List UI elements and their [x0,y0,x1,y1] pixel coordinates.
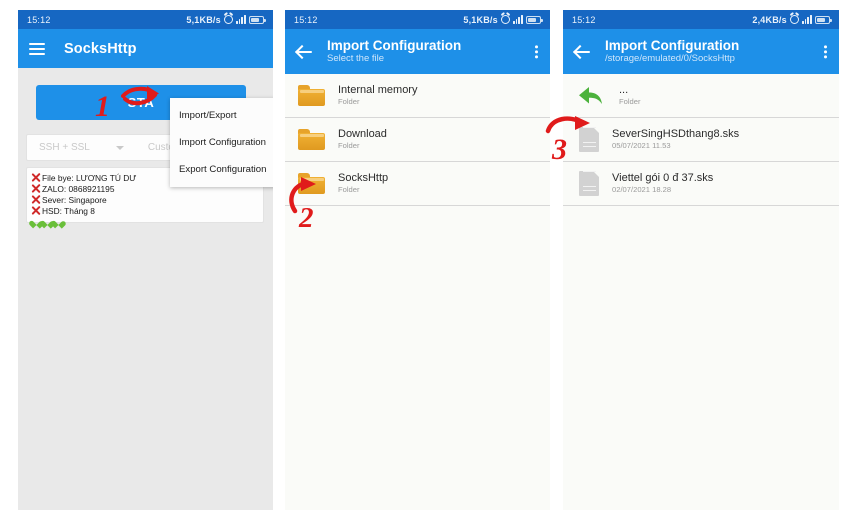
list-item[interactable]: Download Folder [285,118,550,162]
status-bar-1: 15:12 5,1KB/s [18,10,273,29]
app-bar-titles: Import Configuration /storage/emulated/0… [605,38,739,65]
list-item-name: ... [619,83,629,96]
page-subtitle: /storage/emulated/0/SocksHttp [605,53,735,65]
app-bar-2: Import Configuration Select the file [285,29,550,74]
page-title: Import Configuration [605,37,740,53]
folder-icon [298,85,325,106]
heart-icon [54,218,63,227]
phone-panel-1: 15:12 5,1KB/s SocksHttp STA SSH + SSL Cu… [18,10,273,510]
list-item-meta: 02/07/2021 18.28 [612,185,672,195]
list-item-name: Download [338,127,387,140]
green-back-arrow-icon [576,84,606,108]
status-time: 15:12 [27,14,51,25]
list-item-meta: Folder [338,97,360,107]
app-bar-1: SocksHttp [18,29,273,68]
status-bar-2: 15:12 5,1KB/s [285,10,550,29]
battery-icon [815,15,832,24]
info-text: HSD: Tháng 8 [42,205,95,216]
protocol-select[interactable]: SSH + SSL [39,142,90,153]
hamburger-menu-icon[interactable] [29,42,45,55]
list-item-labels: Viettel gói 0 đ 37.sks 02/07/2021 18.28 [612,172,713,195]
list-item-meta: Folder [338,141,360,151]
x-mark-icon [31,173,41,183]
info-text: Sever: Singapore [42,194,107,205]
signal-bars-icon [235,15,246,24]
signal-bars-icon [512,15,523,24]
back-arrow-icon[interactable] [296,43,313,60]
network-speed: 5,1KB/s [463,14,498,25]
file-list: ... Folder SeverSingHSDthang8.sks 05/07/… [563,74,839,206]
list-item-labels: Internal memory Folder [338,84,417,107]
menu-item-export-configuration[interactable]: Export Configuration [170,156,273,183]
hearts-row [32,218,259,227]
status-time: 15:12 [572,14,596,25]
kebab-menu-icon[interactable] [824,44,827,59]
app-bar-3: Import Configuration /storage/emulated/0… [563,29,839,74]
x-mark-icon [31,184,41,194]
x-mark-icon [31,206,41,216]
info-line: HSD: Tháng 8 [31,205,259,216]
list-item-name: SocksHttp [338,171,389,184]
folder-list: Internal memory Folder Download Folder S… [285,74,550,206]
status-time: 15:12 [294,14,318,25]
x-mark-icon [31,195,41,205]
battery-icon [249,15,266,24]
screenshot-stage: 15:12 5,1KB/s SocksHttp STA SSH + SSL Cu… [0,0,850,521]
list-item-labels: SeverSingHSDthang8.sks 05/07/2021 11.53 [612,128,739,151]
network-speed: 5,1KB/s [186,14,221,25]
parent-directory-item[interactable]: ... Folder [563,74,839,118]
alarm-clock-icon [789,15,799,24]
page-subtitle: Select the file [327,53,385,65]
list-item[interactable]: Internal memory Folder [285,74,550,118]
page-title: Import Configuration [327,37,462,53]
network-speed: 2,4KB/s [752,14,787,25]
list-item[interactable]: SocksHttp Folder [285,162,550,206]
app-bar-titles: Import Configuration Select the file [327,38,461,65]
status-icons: 2,4KB/s [752,14,832,25]
menu-item-import-configuration[interactable]: Import Configuration [170,129,273,156]
file-icon [579,127,599,152]
import-export-menu: Import/Export Import Configuration Expor… [170,98,273,187]
info-line: Sever: Singapore [31,194,259,205]
status-icons: 5,1KB/s [463,14,543,25]
back-arrow-icon[interactable] [574,43,591,60]
list-item-name: Internal memory [338,83,418,96]
kebab-menu-icon[interactable] [535,44,538,59]
list-item-meta: Folder [619,97,641,107]
folder-icon [298,129,325,150]
list-item-labels: Download Folder [338,128,387,151]
list-item-name: Viettel gói 0 đ 37.sks [612,171,714,184]
info-text: File bye: LƯƠNG TÚ DƯ [42,172,137,183]
status-icons: 5,1KB/s [186,14,266,25]
app-title: SocksHttp [64,40,137,57]
alarm-clock-icon [223,15,233,24]
info-text: ZALO: 0868921195 [42,183,115,194]
file-icon [579,171,599,196]
alarm-clock-icon [500,15,510,24]
list-item-name: SeverSingHSDthang8.sks [612,127,740,140]
phone-panel-2: 15:12 5,1KB/s Import Configuration Selec… [285,10,550,510]
signal-bars-icon [801,15,812,24]
battery-icon [526,15,543,24]
list-item-meta: 05/07/2021 11.53 [612,141,671,151]
folder-icon [298,173,325,194]
list-item-labels: ... Folder [619,84,641,107]
chevron-down-icon[interactable] [115,145,124,150]
list-item-meta: Folder [338,185,360,195]
menu-item-import-export[interactable]: Import/Export [170,102,273,129]
phone-panel-3: 15:12 2,4KB/s Import Configuration /stor… [563,10,839,510]
list-item-labels: SocksHttp Folder [338,172,388,195]
status-bar-3: 15:12 2,4KB/s [563,10,839,29]
list-item[interactable]: SeverSingHSDthang8.sks 05/07/2021 11.53 [563,118,839,162]
panel-1-body: STA SSH + SSL Custom Payload File bye: L… [18,68,273,510]
list-item[interactable]: Viettel gói 0 đ 37.sks 02/07/2021 18.28 [563,162,839,206]
